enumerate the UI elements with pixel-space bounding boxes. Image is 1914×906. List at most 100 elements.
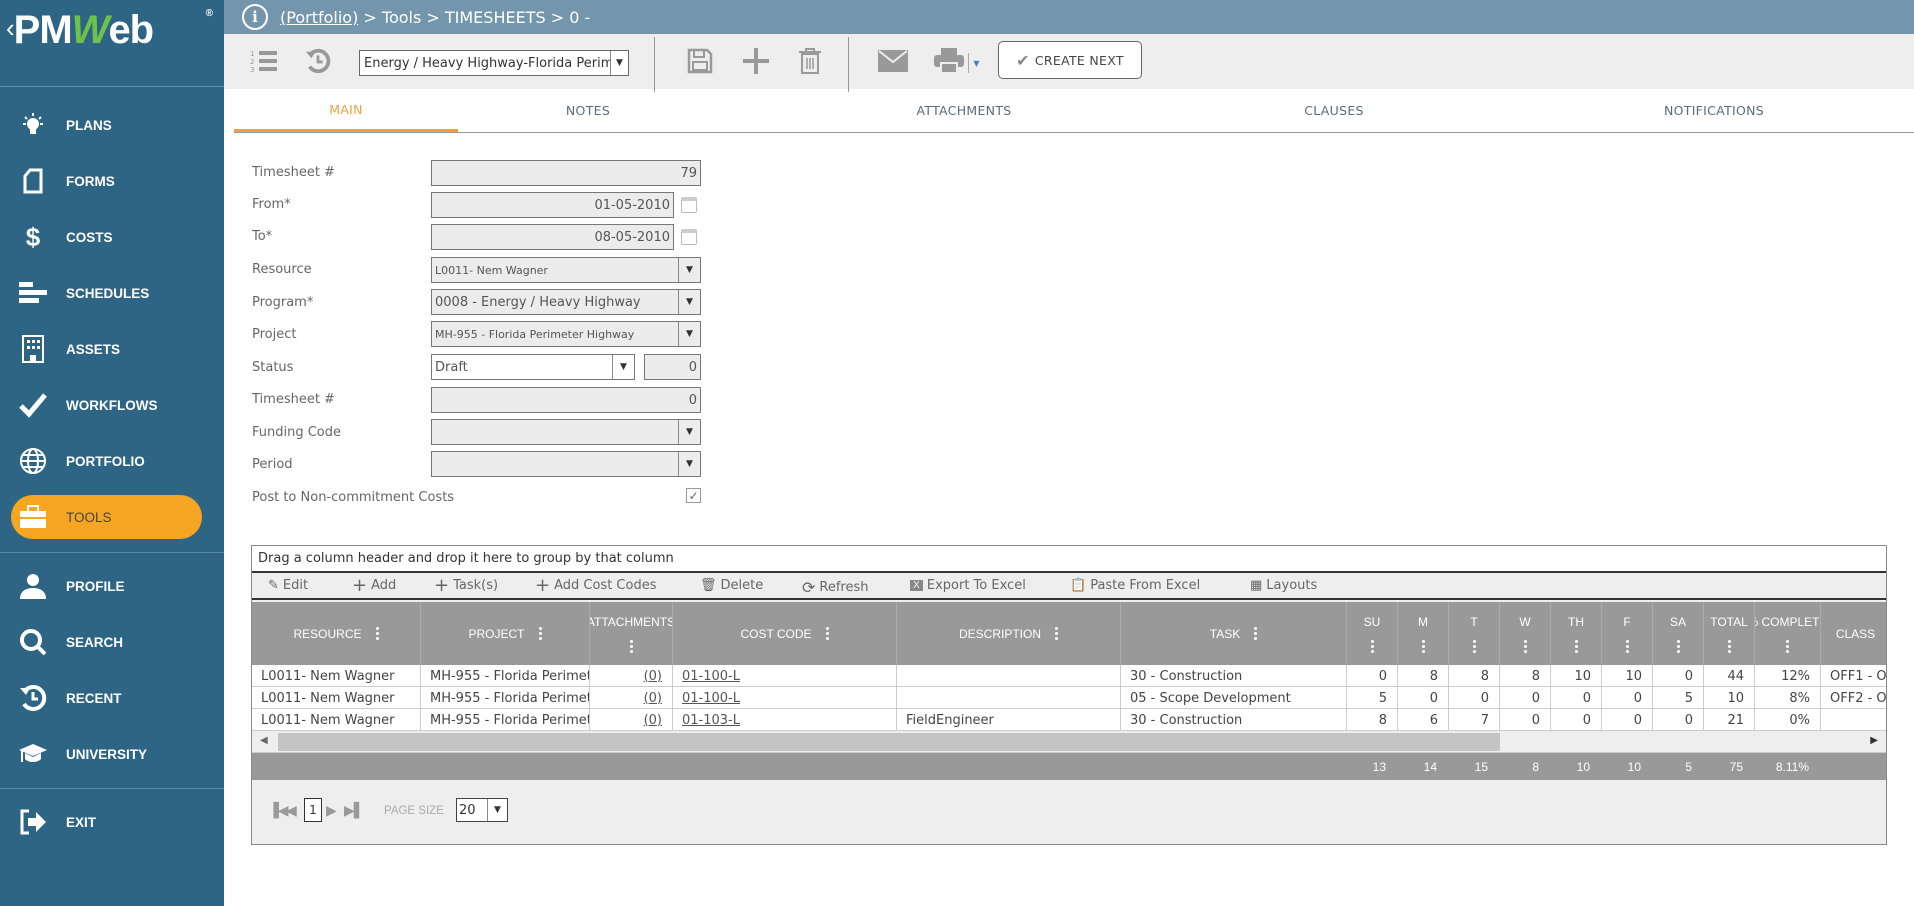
pmweb-logo[interactable]: ‹PMWeb ® <box>6 8 216 68</box>
cell-attachments[interactable]: (0) <box>590 665 673 687</box>
sidebar-item-exit[interactable]: EXIT <box>0 800 224 844</box>
table-row[interactable]: L0011- Nem Wagner MH-955 - Florida Perime… <box>252 665 1886 687</box>
tab-attachments[interactable]: ATTACHMENTS <box>824 89 1104 132</box>
column-header-sa[interactable]: SA <box>1653 602 1704 665</box>
period-dropdown[interactable]: ▼ <box>431 451 701 477</box>
sidebar-item-profile[interactable]: PROFILE <box>0 564 224 608</box>
column-menu-icon[interactable] <box>1523 639 1527 653</box>
group-by-drop-zone[interactable]: Drag a column header and drop it here to… <box>252 546 1886 573</box>
column-menu-icon[interactable] <box>538 627 542 640</box>
scroll-left-arrow-icon[interactable]: ◀ <box>260 735 268 746</box>
funding-code-dropdown[interactable]: ▼ <box>431 419 701 445</box>
column-header-task[interactable]: TASK <box>1121 602 1347 665</box>
timesheet-number-field[interactable]: 79 <box>431 160 701 186</box>
column-header-th[interactable]: TH <box>1551 602 1602 665</box>
program-dropdown[interactable]: 0008 - Energy / Heavy Highway ▼ <box>431 289 701 315</box>
grid-edit-button[interactable]: ✎ Edit <box>268 578 308 593</box>
grid-add-button[interactable]: + Add <box>352 576 396 594</box>
scroll-right-arrow-icon[interactable]: ▶ <box>1870 735 1878 746</box>
column-header-pct[interactable]: % COMPLETE <box>1755 602 1821 665</box>
tab-notifications[interactable]: NOTIFICATIONS <box>1574 89 1854 132</box>
grid-export-excel-button[interactable]: X Export To Excel <box>910 578 1026 593</box>
column-menu-icon[interactable] <box>1727 639 1731 653</box>
page-size-dropdown[interactable]: 20 ▼ <box>456 798 508 822</box>
grid-delete-button[interactable]: 🗑 Delete <box>700 578 763 593</box>
column-menu-icon[interactable] <box>825 627 829 640</box>
sidebar-item-university[interactable]: UNIVERSITY <box>0 732 224 776</box>
table-row[interactable]: L0011- Nem Wagner MH-955 - Florida Perime… <box>252 709 1886 731</box>
horizontal-scrollbar[interactable]: ◀ ▶ <box>252 731 1886 753</box>
column-header-class[interactable]: CLASS <box>1821 602 1886 665</box>
column-menu-icon[interactable] <box>1055 627 1058 640</box>
sidebar-item-tools[interactable]: TOOLS <box>11 495 202 539</box>
cell-attachments[interactable]: (0) <box>590 687 673 709</box>
save-button[interactable] <box>680 43 720 83</box>
column-header-resource[interactable]: RESOURCE <box>252 602 421 665</box>
breadcrumb-portfolio-link[interactable]: (Portfolio) <box>280 8 358 27</box>
sidebar-item-costs[interactable]: $ COSTS <box>0 215 224 259</box>
add-button[interactable] <box>736 43 776 83</box>
column-menu-icon[interactable] <box>1254 627 1258 640</box>
sidebar-item-portfolio[interactable]: PORTFOLIO <box>0 439 224 483</box>
status-dropdown[interactable]: Draft ▼ <box>431 354 635 380</box>
column-header-t[interactable]: T <box>1449 602 1500 665</box>
project-dropdown[interactable]: MH-955 - Florida Perimeter Highway ▼ <box>431 321 701 347</box>
column-menu-icon[interactable] <box>1370 639 1374 653</box>
cell-cost-code[interactable]: 01-100-L <box>673 665 897 687</box>
grid-add-cost-codes-button[interactable]: + Add Cost Codes <box>535 576 656 594</box>
sidebar-item-recent[interactable]: RECENT <box>0 676 224 720</box>
column-menu-icon[interactable] <box>1676 639 1680 653</box>
sidebar-item-plans[interactable]: PLANS <box>0 103 224 147</box>
column-menu-icon[interactable] <box>1786 639 1789 653</box>
column-menu-icon[interactable] <box>1625 639 1629 653</box>
list-view-button[interactable]: 123 <box>246 43 282 83</box>
column-menu-icon[interactable] <box>629 639 633 653</box>
prev-page-icon[interactable]: ◀ <box>286 803 297 819</box>
table-row[interactable]: L0011- Nem Wagner MH-955 - Florida Perime… <box>252 687 1886 709</box>
status-number-field[interactable]: 0 <box>644 354 701 380</box>
column-menu-icon[interactable] <box>1574 639 1578 653</box>
column-menu-icon[interactable] <box>375 627 379 640</box>
project-selector-dropdown[interactable]: Energy / Heavy Highway-Florida Perimeter… <box>359 50 629 76</box>
column-header-su[interactable]: SU <box>1347 602 1398 665</box>
grid-tasks-button[interactable]: + Task(s) <box>434 576 498 594</box>
column-header-cost-code[interactable]: COST CODE <box>673 602 897 665</box>
print-options-chevron-icon[interactable]: ▼ <box>973 59 979 68</box>
tab-main[interactable]: MAIN <box>234 89 458 132</box>
current-page-input[interactable]: 1 <box>304 798 322 822</box>
tab-notes[interactable]: NOTES <box>458 89 718 132</box>
delete-button[interactable] <box>790 43 830 83</box>
grid-paste-excel-button[interactable]: 📋 Paste From Excel <box>1070 578 1200 593</box>
from-date-field[interactable]: 01-05-2010 <box>431 192 674 218</box>
column-header-description[interactable]: DESCRIPTION <box>897 602 1121 665</box>
last-page-icon[interactable]: ▶▌ <box>344 803 365 819</box>
print-button[interactable]: ▼ <box>928 43 986 83</box>
sidebar-item-forms[interactable]: FORMS <box>0 159 224 203</box>
column-menu-icon[interactable] <box>1472 639 1476 653</box>
tab-clauses[interactable]: CLAUSES <box>1194 89 1474 132</box>
calendar-icon[interactable] <box>681 229 697 245</box>
column-menu-icon[interactable] <box>1421 639 1425 653</box>
cell-attachments[interactable]: (0) <box>590 709 673 731</box>
cell-cost-code[interactable]: 01-103-L <box>673 709 897 731</box>
first-page-icon[interactable]: ▐◀ <box>268 803 289 819</box>
email-button[interactable] <box>870 43 916 83</box>
history-button[interactable] <box>300 43 336 83</box>
sidebar-item-assets[interactable]: ASSETS <box>0 327 224 371</box>
calendar-icon[interactable] <box>681 197 697 213</box>
column-header-attachments[interactable]: ATTACHMENTS <box>590 602 673 665</box>
next-page-icon[interactable]: ▶ <box>326 803 337 819</box>
create-next-button[interactable]: ✔ CREATE NEXT <box>998 41 1142 79</box>
to-date-field[interactable]: 08-05-2010 <box>431 224 674 250</box>
column-header-m[interactable]: M <box>1398 602 1449 665</box>
sidebar-item-schedules[interactable]: SCHEDULES <box>0 271 224 315</box>
grid-refresh-button[interactable]: ⟳ Refresh <box>802 578 869 597</box>
cell-cost-code[interactable]: 01-100-L <box>673 687 897 709</box>
timesheet-number-2-field[interactable]: 0 <box>431 387 701 413</box>
info-icon[interactable]: i <box>242 4 268 30</box>
column-header-total[interactable]: TOTAL <box>1704 602 1755 665</box>
column-header-project[interactable]: PROJECT <box>421 602 590 665</box>
resource-dropdown[interactable]: L0011- Nem Wagner ▼ <box>431 257 701 283</box>
column-header-w[interactable]: W <box>1500 602 1551 665</box>
sidebar-item-workflows[interactable]: WORKFLOWS <box>0 383 224 427</box>
